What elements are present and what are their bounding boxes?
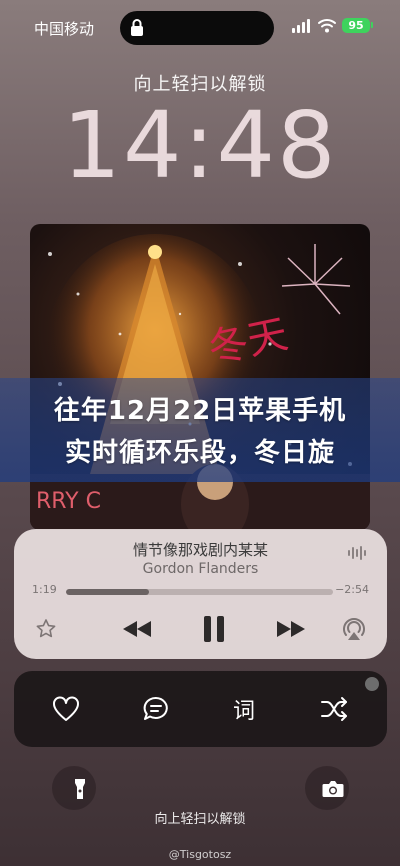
close-badge[interactable] bbox=[365, 677, 379, 691]
lock-icon bbox=[131, 19, 143, 36]
progress-fill bbox=[66, 589, 149, 595]
album-artwork: 冬天 RRY C bbox=[30, 224, 370, 530]
previous-icon bbox=[123, 621, 151, 637]
lock-clock: 14:48 bbox=[62, 92, 338, 199]
artist-name: Gordon Flanders bbox=[142, 561, 259, 577]
next-track-button[interactable] bbox=[274, 617, 308, 641]
now-playing-widget[interactable]: 情节像那戏剧内某某 Gordon Flanders 1:19 −2:54 bbox=[14, 529, 387, 659]
comment-icon bbox=[143, 696, 168, 720]
pause-button[interactable] bbox=[200, 613, 228, 645]
headline-banner: 往年12月22日苹果手机 实时循环乐段，冬日旋 bbox=[0, 378, 400, 482]
favorite-star-button[interactable] bbox=[34, 617, 58, 641]
camera-button[interactable] bbox=[305, 766, 349, 810]
comment-button[interactable] bbox=[140, 693, 172, 725]
headline-line-2: 实时循环乐段，冬日旋 bbox=[64, 438, 335, 468]
remaining-time: −2:54 bbox=[335, 583, 369, 596]
progress-bar[interactable] bbox=[66, 589, 333, 595]
elapsed-time: 1:19 bbox=[32, 583, 57, 596]
music-actions-panel: 词 bbox=[14, 671, 387, 747]
carrier-label: 中国移动 bbox=[34, 20, 95, 38]
shuffle-button[interactable] bbox=[318, 693, 350, 725]
song-title: 情节像那戏剧内某某 bbox=[132, 541, 268, 559]
next-icon bbox=[277, 621, 305, 637]
flashlight-button[interactable] bbox=[52, 766, 96, 810]
pause-icon bbox=[204, 616, 224, 642]
camera-icon bbox=[322, 781, 344, 797]
airplay-icon bbox=[343, 618, 365, 640]
heart-icon bbox=[53, 696, 79, 721]
battery-indicator: 95 bbox=[342, 18, 370, 33]
status-bar: 中国移动 95 bbox=[0, 0, 400, 56]
headline-line-1: 往年12月22日苹果手机 bbox=[53, 396, 347, 426]
lyrics-button[interactable]: 词 bbox=[228, 693, 260, 725]
battery-tip bbox=[371, 22, 373, 28]
signal-icon bbox=[292, 19, 310, 33]
wifi-icon bbox=[318, 19, 336, 33]
shuffle-icon bbox=[321, 697, 347, 721]
airplay-button[interactable] bbox=[340, 615, 368, 643]
like-button[interactable] bbox=[50, 693, 82, 725]
watermark-text: @Tisgotosz bbox=[168, 848, 232, 861]
flashlight-icon bbox=[75, 779, 85, 799]
swipe-hint-bottom: 向上轻扫以解锁 bbox=[154, 812, 246, 827]
artwork-illustration: 冬天 RRY C bbox=[30, 234, 370, 530]
previous-track-button[interactable] bbox=[120, 617, 154, 641]
waveform-icon bbox=[348, 546, 366, 560]
star-icon bbox=[36, 619, 56, 638]
svg-text:RRY C: RRY C bbox=[36, 489, 101, 514]
